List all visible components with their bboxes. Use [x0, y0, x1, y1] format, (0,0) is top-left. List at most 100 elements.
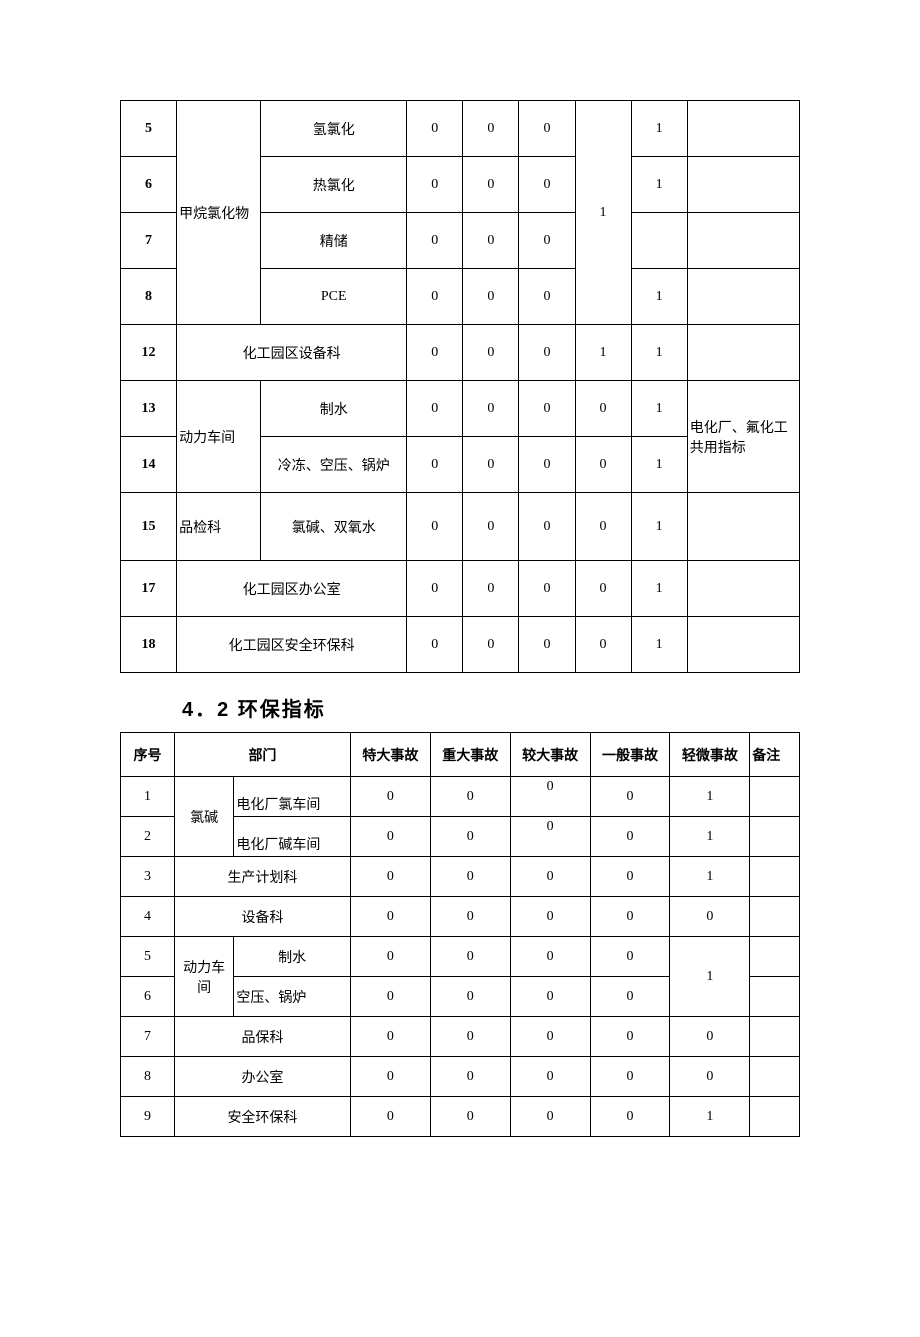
stat-cell: 0 — [350, 897, 430, 937]
sub-cell: 氢氯化 — [261, 101, 407, 157]
header-stat: 较大事故 — [510, 733, 590, 777]
sub-cell: 空压、锅炉 — [234, 977, 351, 1017]
stat-cell: 1 — [670, 857, 750, 897]
stat-cell: 0 — [463, 157, 519, 213]
stat-cell: 0 — [430, 977, 510, 1017]
stat-cell: 0 — [407, 493, 463, 561]
stat-cell: 0 — [350, 1017, 430, 1057]
stat-cell: 1 — [631, 269, 687, 325]
section-heading: 4．2 环保指标 — [182, 693, 800, 722]
stat-cell: 0 — [590, 1057, 670, 1097]
stat-cell: 0 — [407, 381, 463, 437]
stat-cell: 0 — [519, 617, 575, 673]
stat-cell: 1 — [575, 325, 631, 381]
stat-cell — [631, 213, 687, 269]
stat-cell: 0 — [670, 1057, 750, 1097]
stat-cell: 0 — [590, 1017, 670, 1057]
stat-cell: 0 — [510, 777, 590, 817]
stat-cell: 0 — [463, 493, 519, 561]
stat-cell: 0 — [350, 977, 430, 1017]
stat-cell: 1 — [631, 101, 687, 157]
stat-cell: 0 — [575, 493, 631, 561]
seq-cell: 7 — [121, 213, 177, 269]
table-row: 3 生产计划科 0 0 0 0 1 — [121, 857, 800, 897]
stat-cell: 0 — [430, 857, 510, 897]
stat-cell: 0 — [430, 1017, 510, 1057]
stat-cell: 0 — [430, 1057, 510, 1097]
seq-cell: 5 — [121, 937, 175, 977]
stat-cell: 0 — [350, 1097, 430, 1137]
seq-cell: 13 — [121, 381, 177, 437]
stat-cell: 0 — [519, 213, 575, 269]
stat-cell: 0 — [510, 977, 590, 1017]
note-cell — [750, 777, 800, 817]
stat-cell: 0 — [510, 857, 590, 897]
stat-cell: 0 — [510, 817, 590, 857]
dept-span-cell: 设备科 — [174, 897, 350, 937]
stat-cell: 0 — [463, 325, 519, 381]
note-cell — [750, 1057, 800, 1097]
note-cell — [750, 1017, 800, 1057]
stat-cell: 0 — [575, 617, 631, 673]
table-row: 17 化工园区办公室 0 0 0 0 1 — [121, 561, 800, 617]
stat-cell: 1 — [631, 325, 687, 381]
dept-span-cell: 化工园区安全环保科 — [177, 617, 407, 673]
stat-cell: 0 — [519, 325, 575, 381]
stat-cell: 0 — [350, 777, 430, 817]
seq-cell: 15 — [121, 493, 177, 561]
stat-cell: 0 — [510, 897, 590, 937]
stat-cell: 0 — [575, 381, 631, 437]
note-cell — [750, 817, 800, 857]
stat-cell: 0 — [407, 213, 463, 269]
sub-cell: PCE — [261, 269, 407, 325]
stat-cell-merged: 1 — [670, 937, 750, 1017]
header-stat: 一般事故 — [590, 733, 670, 777]
stat-cell: 0 — [350, 857, 430, 897]
table-row: 8 办公室 0 0 0 0 0 — [121, 1057, 800, 1097]
stat-cell: 0 — [590, 817, 670, 857]
sub-cell: 电化厂碱车间 — [234, 817, 351, 857]
header-dept: 部门 — [174, 733, 350, 777]
sub-cell: 氯碱、双氧水 — [261, 493, 407, 561]
seq-cell: 4 — [121, 897, 175, 937]
stat-cell: 0 — [407, 325, 463, 381]
stat-cell: 1 — [670, 777, 750, 817]
stat-cell: 0 — [407, 157, 463, 213]
stat-cell: 0 — [590, 1097, 670, 1137]
table-header-row: 序号 部门 特大事故 重大事故 较大事故 一般事故 轻微事故 备注 — [121, 733, 800, 777]
note-cell — [687, 101, 799, 157]
header-stat: 轻微事故 — [670, 733, 750, 777]
table-row: 9 安全环保科 0 0 0 0 1 — [121, 1097, 800, 1137]
header-note: 备注 — [750, 733, 800, 777]
seq-cell: 9 — [121, 1097, 175, 1137]
stat-cell: 0 — [407, 269, 463, 325]
stat-cell: 0 — [670, 897, 750, 937]
sub-cell: 精储 — [261, 213, 407, 269]
stat-cell: 0 — [430, 937, 510, 977]
header-stat: 重大事故 — [430, 733, 510, 777]
stat-cell: 0 — [510, 1017, 590, 1057]
stat-cell: 0 — [510, 1057, 590, 1097]
seq-cell: 2 — [121, 817, 175, 857]
note-cell — [687, 561, 799, 617]
seq-cell: 12 — [121, 325, 177, 381]
seq-cell: 17 — [121, 561, 177, 617]
stat-cell: 0 — [575, 561, 631, 617]
stat-cell: 0 — [407, 617, 463, 673]
table-row: 13 动力车间 制水 0 0 0 0 1 电化厂、氟化工共用指标 — [121, 381, 800, 437]
stat-cell: 0 — [519, 381, 575, 437]
sub-cell: 制水 — [261, 381, 407, 437]
stat-cell: 0 — [590, 937, 670, 977]
dept-span-cell: 化工园区办公室 — [177, 561, 407, 617]
seq-cell: 1 — [121, 777, 175, 817]
sub-cell: 热氯化 — [261, 157, 407, 213]
stat-cell: 1 — [631, 157, 687, 213]
env-indicators-table: 序号 部门 特大事故 重大事故 较大事故 一般事故 轻微事故 备注 1 氯碱 电… — [120, 732, 800, 1137]
stat-cell: 0 — [350, 937, 430, 977]
stat-cell: 0 — [519, 269, 575, 325]
seq-cell: 8 — [121, 1057, 175, 1097]
stat-cell: 0 — [519, 437, 575, 493]
stat-cell: 0 — [463, 213, 519, 269]
stat-cell: 0 — [463, 617, 519, 673]
header-stat: 特大事故 — [350, 733, 430, 777]
